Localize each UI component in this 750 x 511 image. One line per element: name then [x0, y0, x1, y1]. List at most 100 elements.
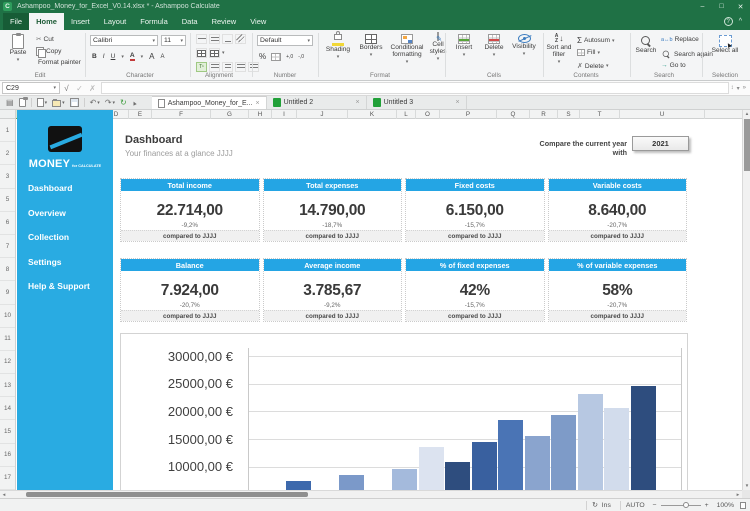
- formula-input[interactable]: [101, 82, 729, 94]
- row-header-16[interactable]: 16: [0, 444, 15, 467]
- font-color-button[interactable]: A: [130, 52, 135, 61]
- row-header-3[interactable]: 3: [0, 165, 15, 188]
- column-header-k[interactable]: K: [348, 110, 397, 119]
- align-middle-icon[interactable]: [209, 34, 220, 44]
- goto-button[interactable]: →Go to: [661, 62, 686, 69]
- sidebar-item-overview[interactable]: Overview: [17, 201, 113, 226]
- menu-tab-view[interactable]: View: [243, 13, 273, 30]
- italic-button[interactable]: I: [103, 53, 105, 60]
- column-header-r[interactable]: R: [530, 110, 558, 119]
- expand-formula-bar-icon[interactable]: ↕: [731, 85, 734, 91]
- column-header-u[interactable]: U: [620, 110, 705, 119]
- open-document-button[interactable]: ▾: [52, 98, 65, 107]
- close-tab-icon[interactable]: ×: [256, 100, 260, 107]
- undo-button[interactable]: ↶▾: [90, 98, 100, 107]
- underline-button[interactable]: U: [111, 53, 116, 60]
- close-tab-icon[interactable]: ×: [356, 99, 360, 106]
- save-icon[interactable]: [70, 98, 79, 107]
- maximize-button[interactable]: □: [712, 0, 731, 13]
- panes-icon[interactable]: ▤: [6, 98, 14, 107]
- column-header-f[interactable]: F: [152, 110, 211, 119]
- shrink-font-button[interactable]: A: [161, 54, 165, 60]
- align-center-icon[interactable]: [222, 62, 233, 72]
- percent-format-icon[interactable]: %: [259, 52, 266, 61]
- vertical-scroll-thumb[interactable]: [744, 119, 750, 171]
- paste-button[interactable]: Paste▾: [6, 34, 30, 63]
- row-header-17[interactable]: 17: [0, 467, 15, 490]
- insert-cells-button[interactable]: Insert▾: [451, 34, 477, 58]
- format-painter-button[interactable]: Format painter: [36, 59, 81, 66]
- row-header-15[interactable]: 15: [0, 420, 15, 443]
- cell-reference-box[interactable]: C29▾: [2, 82, 60, 94]
- search-again-button[interactable]: Search again: [661, 49, 713, 60]
- zoom-in-button[interactable]: +: [705, 502, 709, 509]
- select-all-corner[interactable]: [0, 110, 16, 119]
- shading-button[interactable]: Shading▾: [323, 34, 353, 60]
- fill-button[interactable]: Fill▾: [577, 49, 600, 56]
- collapse-ribbon-icon[interactable]: ^: [739, 18, 742, 25]
- menu-tab-formula[interactable]: Formula: [133, 13, 175, 30]
- merge-cells-icon[interactable]: [196, 48, 207, 58]
- confirm-icon[interactable]: ✓: [73, 84, 86, 93]
- zoom-slider-thumb[interactable]: [683, 502, 689, 508]
- menu-tab-file[interactable]: File: [3, 13, 29, 30]
- column-header-l[interactable]: L: [397, 110, 416, 119]
- horizontal-scrollbar[interactable]: ◄ ►: [0, 490, 742, 498]
- row-header-1[interactable]: 1: [0, 119, 15, 142]
- decrease-decimals-icon[interactable]: -,0: [298, 54, 304, 60]
- number-format-select[interactable]: Default▾: [257, 35, 313, 46]
- copy-button[interactable]: Copy: [36, 47, 61, 56]
- menu-tab-home[interactable]: Home: [29, 13, 64, 30]
- thousands-format-icon[interactable]: [271, 53, 281, 61]
- column-header-i[interactable]: I: [272, 110, 297, 119]
- row-header-6[interactable]: 6: [0, 212, 15, 235]
- orientation-icon[interactable]: [235, 34, 246, 44]
- column-header-p[interactable]: P: [440, 110, 497, 119]
- borders-button[interactable]: Borders▾: [356, 34, 386, 58]
- horizontal-scroll-thumb[interactable]: [26, 492, 308, 497]
- column-header-q[interactable]: Q: [497, 110, 530, 119]
- sort-filter-button[interactable]: AZ ↓ Sort and filter▾: [546, 34, 572, 65]
- sidebar-item-dashboard[interactable]: Dashboard: [17, 176, 113, 201]
- sheet-tab-untitled-3[interactable]: Untitled 3×: [367, 96, 467, 109]
- row-header-13[interactable]: 13: [0, 374, 15, 397]
- column-header-o[interactable]: O: [416, 110, 440, 119]
- search-button[interactable]: Search: [634, 36, 658, 55]
- cancel-icon[interactable]: ✗: [86, 84, 99, 93]
- bold-button[interactable]: B: [92, 53, 97, 60]
- row-header-11[interactable]: 11: [0, 328, 15, 351]
- zoom-slider[interactable]: [661, 505, 701, 506]
- delete-cells-button[interactable]: Delete▾: [481, 34, 507, 58]
- help-icon[interactable]: ?: [724, 17, 733, 26]
- column-header-j[interactable]: J: [297, 110, 348, 119]
- row-header-9[interactable]: 9: [0, 281, 15, 304]
- replace-button[interactable]: a↔bReplace: [661, 36, 699, 43]
- sync-icon[interactable]: ↻: [592, 501, 598, 509]
- row-header-14[interactable]: 14: [0, 397, 15, 420]
- scroll-down-icon[interactable]: ▼: [743, 482, 750, 490]
- zoom-out-button[interactable]: −: [653, 502, 657, 509]
- underline-dropdown[interactable]: ▾: [121, 54, 124, 60]
- align-bottom-icon[interactable]: [222, 34, 233, 44]
- wrap-text-icon[interactable]: T¹: [196, 62, 207, 72]
- redo-button[interactable]: ↷▾: [105, 98, 115, 107]
- align-top-icon[interactable]: [196, 34, 207, 44]
- increase-decimals-icon[interactable]: +,0: [286, 54, 293, 60]
- row-header-5[interactable]: 5: [0, 189, 15, 212]
- align-left-icon[interactable]: [209, 62, 220, 72]
- column-header-e[interactable]: E: [129, 110, 152, 119]
- sheet-tab-ashampoo-money-for-e[interactable]: Ashampoo_Money_for_E...×: [152, 96, 267, 109]
- formula-bar-dropdown-icon[interactable]: ▾: [737, 85, 740, 92]
- align-justify-icon[interactable]: [248, 62, 259, 72]
- column-header-s[interactable]: S: [558, 110, 580, 119]
- formula-bar-more-icon[interactable]: »: [743, 85, 746, 91]
- cell-styles-button[interactable]: ✎ Cell styles▾: [424, 34, 452, 62]
- row-header-10[interactable]: 10: [0, 305, 15, 328]
- close-button[interactable]: ✕: [731, 0, 750, 13]
- row-header-7[interactable]: 7: [0, 235, 15, 258]
- column-header-t[interactable]: T: [580, 110, 620, 119]
- compare-year-select[interactable]: 2021: [632, 136, 689, 151]
- row-header-12[interactable]: 12: [0, 351, 15, 374]
- sidebar-item-collection[interactable]: Collection: [17, 225, 113, 250]
- row-header-2[interactable]: 2: [0, 142, 15, 165]
